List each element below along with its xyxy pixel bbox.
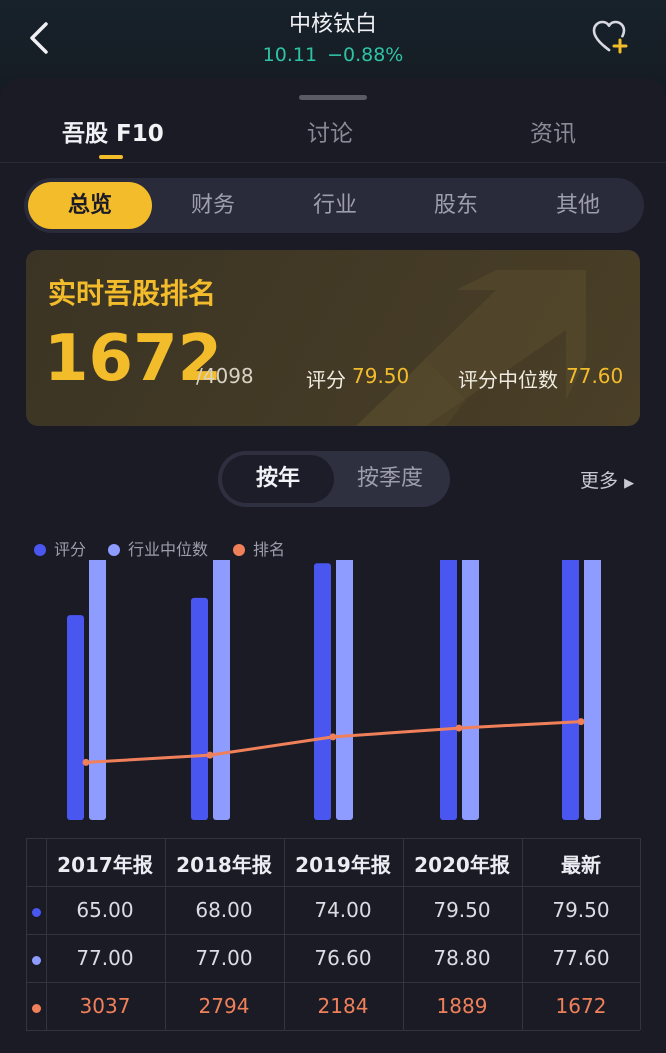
median-value: 77.60 xyxy=(566,364,624,388)
score-label: 评分 xyxy=(306,368,346,392)
table-line xyxy=(26,886,640,887)
legend-median: 行业中位数 xyxy=(108,536,208,560)
tab-news[interactable]: 资讯 xyxy=(530,114,576,148)
caret-right-icon: ▶ xyxy=(624,476,635,491)
table-header-cell: 2019年报 xyxy=(295,853,391,877)
table-cell: 77.60 xyxy=(552,946,610,970)
rank-line xyxy=(85,720,582,764)
rank-total: /4098 xyxy=(196,364,254,388)
bar-score xyxy=(440,560,457,820)
legend-rank-dot xyxy=(233,544,245,556)
table-cell: 1889 xyxy=(436,994,488,1018)
bar-score xyxy=(67,615,84,820)
table-header-cell: 2018年报 xyxy=(176,853,272,877)
table-cell: 65.00 xyxy=(76,898,134,922)
stock-price: 10.11 xyxy=(262,44,318,66)
add-favorite-heart-icon[interactable] xyxy=(590,18,632,58)
bar-median xyxy=(584,560,601,820)
bar-median xyxy=(336,560,353,820)
period-quarterly-button[interactable]: 按季度 xyxy=(334,455,446,503)
table-cell: 79.50 xyxy=(433,898,491,922)
drag-handle[interactable] xyxy=(299,95,367,100)
table-line xyxy=(26,934,640,935)
table-cell: 2794 xyxy=(198,994,250,1018)
rank-point xyxy=(577,718,585,726)
table-header-cell: 最新 xyxy=(561,853,601,877)
table-cell: 74.00 xyxy=(314,898,372,922)
legend-score: 评分 xyxy=(34,536,86,560)
more-label: 更多 xyxy=(580,470,619,492)
row-score-dot xyxy=(32,908,41,917)
median-label: 评分中位数 xyxy=(458,368,558,392)
bar-score xyxy=(562,560,579,820)
period-yearly-button[interactable]: 按年 xyxy=(222,455,334,503)
table-cell: 77.00 xyxy=(195,946,253,970)
score-value: 79.50 xyxy=(352,364,410,388)
rank-point xyxy=(206,751,214,759)
legend-median-dot xyxy=(108,544,120,556)
tab-discussion[interactable]: 讨论 xyxy=(307,114,353,148)
table-cell: 78.80 xyxy=(433,946,491,970)
table-cell: 79.50 xyxy=(552,898,610,922)
bar-score xyxy=(191,597,208,820)
stock-quote: 10.11 −0.88% xyxy=(0,44,666,66)
more-link[interactable]: 更多 ▶ xyxy=(580,466,634,493)
sub-tab-industry[interactable]: 行业 xyxy=(274,178,396,233)
table-cell: 1672 xyxy=(555,994,607,1018)
table-cell: 2184 xyxy=(317,994,369,1018)
rank-title: 实时吾股排名 xyxy=(48,277,217,310)
tab-divider xyxy=(0,162,666,163)
table-header-cell: 2017年报 xyxy=(57,853,153,877)
bar-median xyxy=(213,560,230,820)
tab-f10[interactable]: 吾股 F10 xyxy=(62,114,164,148)
bar-median xyxy=(462,560,479,820)
sub-tab-finance[interactable]: 财务 xyxy=(152,178,274,233)
sub-tab-shareholders[interactable]: 股东 xyxy=(395,178,517,233)
active-tab-indicator xyxy=(99,155,123,159)
table-cell: 76.60 xyxy=(314,946,372,970)
table-cell: 68.00 xyxy=(195,898,253,922)
table-line xyxy=(26,838,27,1030)
legend-median-label: 行业中位数 xyxy=(128,540,209,559)
legend-score-dot xyxy=(34,544,46,556)
sub-tab-other[interactable]: 其他 xyxy=(517,178,639,233)
rank-point xyxy=(455,724,463,732)
rank-point xyxy=(329,733,337,741)
table-line xyxy=(26,838,640,839)
table-line xyxy=(26,982,640,983)
table-header-cell: 2020年报 xyxy=(414,853,510,877)
stock-change: −0.88% xyxy=(327,44,404,66)
legend-rank: 排名 xyxy=(233,536,285,560)
stock-name: 中核钛白 xyxy=(288,12,377,37)
table-cell: 3037 xyxy=(79,994,131,1018)
bar-score xyxy=(314,563,331,820)
rank-point xyxy=(82,758,90,766)
sub-tab-overview[interactable]: 总览 xyxy=(28,182,152,229)
bar-median xyxy=(89,560,106,820)
table-line xyxy=(26,1030,640,1031)
score-rank-chart xyxy=(67,560,601,820)
legend-rank-label: 排名 xyxy=(253,540,286,559)
table-line xyxy=(640,838,641,1030)
table-cell: 77.00 xyxy=(76,946,134,970)
row-median-dot xyxy=(32,956,41,965)
row-rank-dot xyxy=(32,1004,41,1013)
legend-score-label: 评分 xyxy=(54,540,87,559)
